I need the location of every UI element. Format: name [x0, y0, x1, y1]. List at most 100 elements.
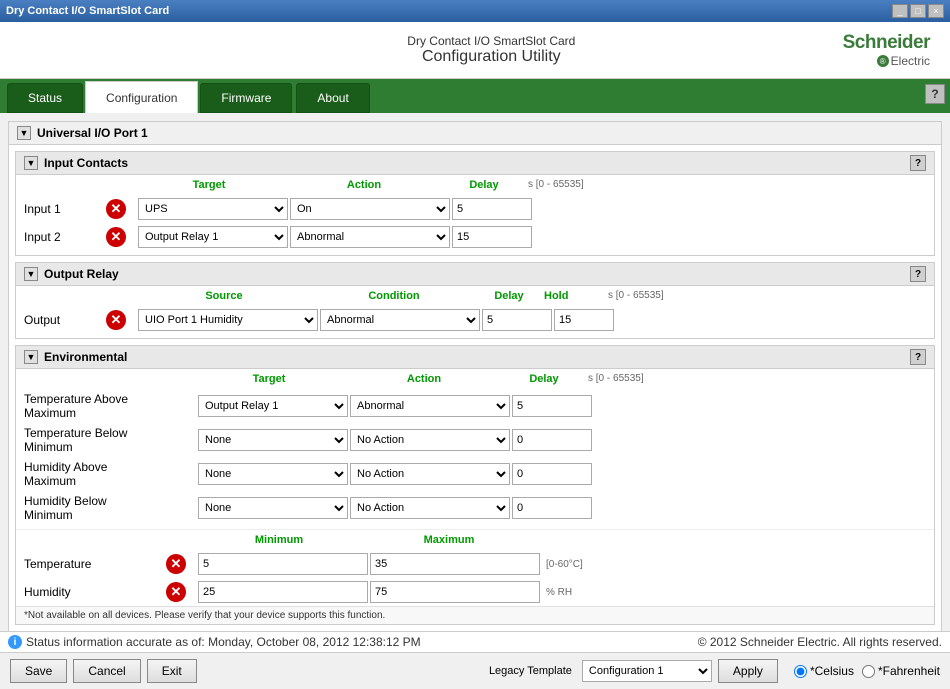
apply-button[interactable]: Apply [718, 659, 778, 683]
legacy-template-select[interactable]: Configuration 1 [582, 660, 712, 682]
ic-hint: s [0 - 65535] [528, 179, 926, 191]
temp-max-field[interactable] [370, 553, 540, 575]
action-bar: Save Cancel Exit Legacy Template Configu… [0, 652, 950, 689]
temp-above-max-row: Temperature Above Maximum Output Relay 1… [16, 389, 934, 423]
status-text: Status information accurate as of: Monda… [26, 635, 421, 649]
humidity-min-field[interactable] [198, 581, 368, 603]
output-relay-help[interactable]: ? [910, 266, 926, 282]
cancel-button[interactable]: Cancel [73, 659, 140, 683]
env-action-header: Action [344, 373, 504, 385]
input-contacts-col-headers: Target Action Delay s [0 - 65535] [16, 175, 934, 195]
celsius-radio-label[interactable]: *Celsius [794, 664, 854, 678]
minmax-max-header: Maximum [364, 534, 534, 546]
tab-bar: Status Configuration Firmware About ? [0, 79, 950, 113]
temp-above-target-select[interactable]: Output Relay 1 None [198, 395, 348, 417]
output-label: Output [24, 313, 104, 327]
or-hint: s [0 - 65535] [608, 290, 926, 302]
celsius-radio[interactable] [794, 665, 807, 678]
output-condition-select[interactable]: Abnormal No Action [320, 309, 480, 331]
input2-action-select[interactable]: Abnormal No Action [290, 226, 450, 248]
or-source-header: Source [134, 290, 314, 302]
temp-below-action-select[interactable]: No Action Abnormal [350, 429, 510, 451]
humidity-minmax-label: Humidity [24, 585, 164, 599]
environmental-title: Environmental [44, 350, 127, 364]
fahrenheit-label: *Fahrenheit [878, 664, 940, 678]
save-button[interactable]: Save [10, 659, 67, 683]
humidity-below-action-select[interactable]: No Action Abnormal [350, 497, 510, 519]
environmental-header: ▼ Environmental ? [16, 346, 934, 369]
temp-min-field[interactable] [198, 553, 368, 575]
input-contacts-collapse[interactable]: ▼ [24, 156, 38, 170]
input-contacts-help[interactable]: ? [910, 155, 926, 171]
ic-target-header: Target [134, 179, 284, 191]
input1-row: Input 1 ✕ UPS Output Relay 1 None On Off… [16, 195, 934, 223]
fahrenheit-radio-label[interactable]: *Fahrenheit [862, 664, 940, 678]
maximize-button[interactable]: □ [910, 4, 926, 18]
output-row: Output ✕ UIO Port 1 Humidity UIO Port 1 … [16, 306, 934, 334]
universal-io-collapse[interactable]: ▼ [17, 126, 31, 140]
minimize-button[interactable]: _ [892, 4, 908, 18]
title-bar-buttons: _ □ × [892, 4, 944, 18]
output-source-select[interactable]: UIO Port 1 Humidity UIO Port 1 Temperatu… [138, 309, 318, 331]
app-header: Dry Contact I/O SmartSlot Card Configura… [0, 22, 950, 79]
humidity-minmax-icon[interactable]: ✕ [166, 582, 186, 602]
app-title-line1: Dry Contact I/O SmartSlot Card [140, 34, 843, 48]
legacy-label: Legacy Template [489, 665, 572, 677]
output-relay-section: ▼ Output Relay ? Source Condition Delay … [15, 262, 935, 339]
humidity-above-action-select[interactable]: No Action Abnormal [350, 463, 510, 485]
schneider-logo: Schneider ® Electric [843, 32, 930, 68]
title-bar: Dry Contact I/O SmartSlot Card _ □ × [0, 0, 950, 22]
humidity-above-target-select[interactable]: None Output Relay 1 [198, 463, 348, 485]
tab-about[interactable]: About [296, 83, 369, 113]
or-condition-header: Condition [314, 290, 474, 302]
temp-above-max-label: Temperature Above Maximum [24, 392, 164, 420]
humidity-hint: % RH [546, 587, 926, 598]
minmax-min-header: Minimum [194, 534, 364, 546]
humidity-minmax-row: Humidity ✕ % RH [16, 578, 934, 606]
input2-delay-field[interactable] [452, 226, 532, 248]
tab-status[interactable]: Status [7, 83, 83, 113]
title-bar-text: Dry Contact I/O SmartSlot Card [6, 5, 169, 17]
input1-delete-icon[interactable]: ✕ [106, 199, 126, 219]
humidity-below-delay-field[interactable] [512, 497, 592, 519]
input2-delete-icon[interactable]: ✕ [106, 227, 126, 247]
temp-options: *Celsius *Fahrenheit [794, 664, 940, 678]
humidity-below-target-select[interactable]: None Output Relay 1 [198, 497, 348, 519]
output-delay-field[interactable] [482, 309, 552, 331]
temp-above-action-select[interactable]: Abnormal No Action [350, 395, 510, 417]
temp-below-delay-field[interactable] [512, 429, 592, 451]
input1-target-select[interactable]: UPS Output Relay 1 None [138, 198, 288, 220]
input-contacts-title: Input Contacts [44, 156, 128, 170]
app-title-line2: Configuration Utility [140, 48, 843, 66]
logo-brand: Schneider [843, 32, 930, 54]
input2-target-select[interactable]: UPS Output Relay 1 None [138, 226, 288, 248]
or-col-headers: Source Condition Delay Hold s [0 - 65535… [16, 286, 934, 306]
output-relay-collapse[interactable]: ▼ [24, 267, 38, 281]
output-delete-icon[interactable]: ✕ [106, 310, 126, 330]
main-container: Dry Contact I/O SmartSlot Card Configura… [0, 22, 950, 689]
fahrenheit-radio[interactable] [862, 665, 875, 678]
tab-help-button[interactable]: ? [925, 84, 945, 104]
close-button[interactable]: × [928, 4, 944, 18]
environmental-help[interactable]: ? [910, 349, 926, 365]
humidity-above-delay-field[interactable] [512, 463, 592, 485]
output-hold-field[interactable] [554, 309, 614, 331]
input1-label: Input 1 [24, 202, 104, 216]
exit-button[interactable]: Exit [147, 659, 197, 683]
temp-below-min-row: Temperature Below Minimum None Output Re… [16, 423, 934, 457]
or-delay-header: Delay [474, 290, 544, 302]
tab-firmware[interactable]: Firmware [200, 83, 292, 113]
humidity-below-min-label: Humidity Below Minimum [24, 494, 164, 522]
input1-delay-field[interactable] [452, 198, 532, 220]
temp-minmax-icon[interactable]: ✕ [166, 554, 186, 574]
environmental-collapse[interactable]: ▼ [24, 350, 38, 364]
input2-label: Input 2 [24, 230, 104, 244]
input1-action-select[interactable]: On Off Abnormal [290, 198, 450, 220]
env-hint: s [0 - 65535] [588, 373, 926, 385]
tab-configuration[interactable]: Configuration [85, 81, 198, 113]
temp-minmax-label: Temperature [24, 557, 164, 571]
temp-above-delay-field[interactable] [512, 395, 592, 417]
humidity-max-field[interactable] [370, 581, 540, 603]
scroll-panel[interactable]: ▼ Universal I/O Port 1 ▼ Input Contacts … [0, 113, 950, 631]
temp-below-target-select[interactable]: None Output Relay 1 [198, 429, 348, 451]
